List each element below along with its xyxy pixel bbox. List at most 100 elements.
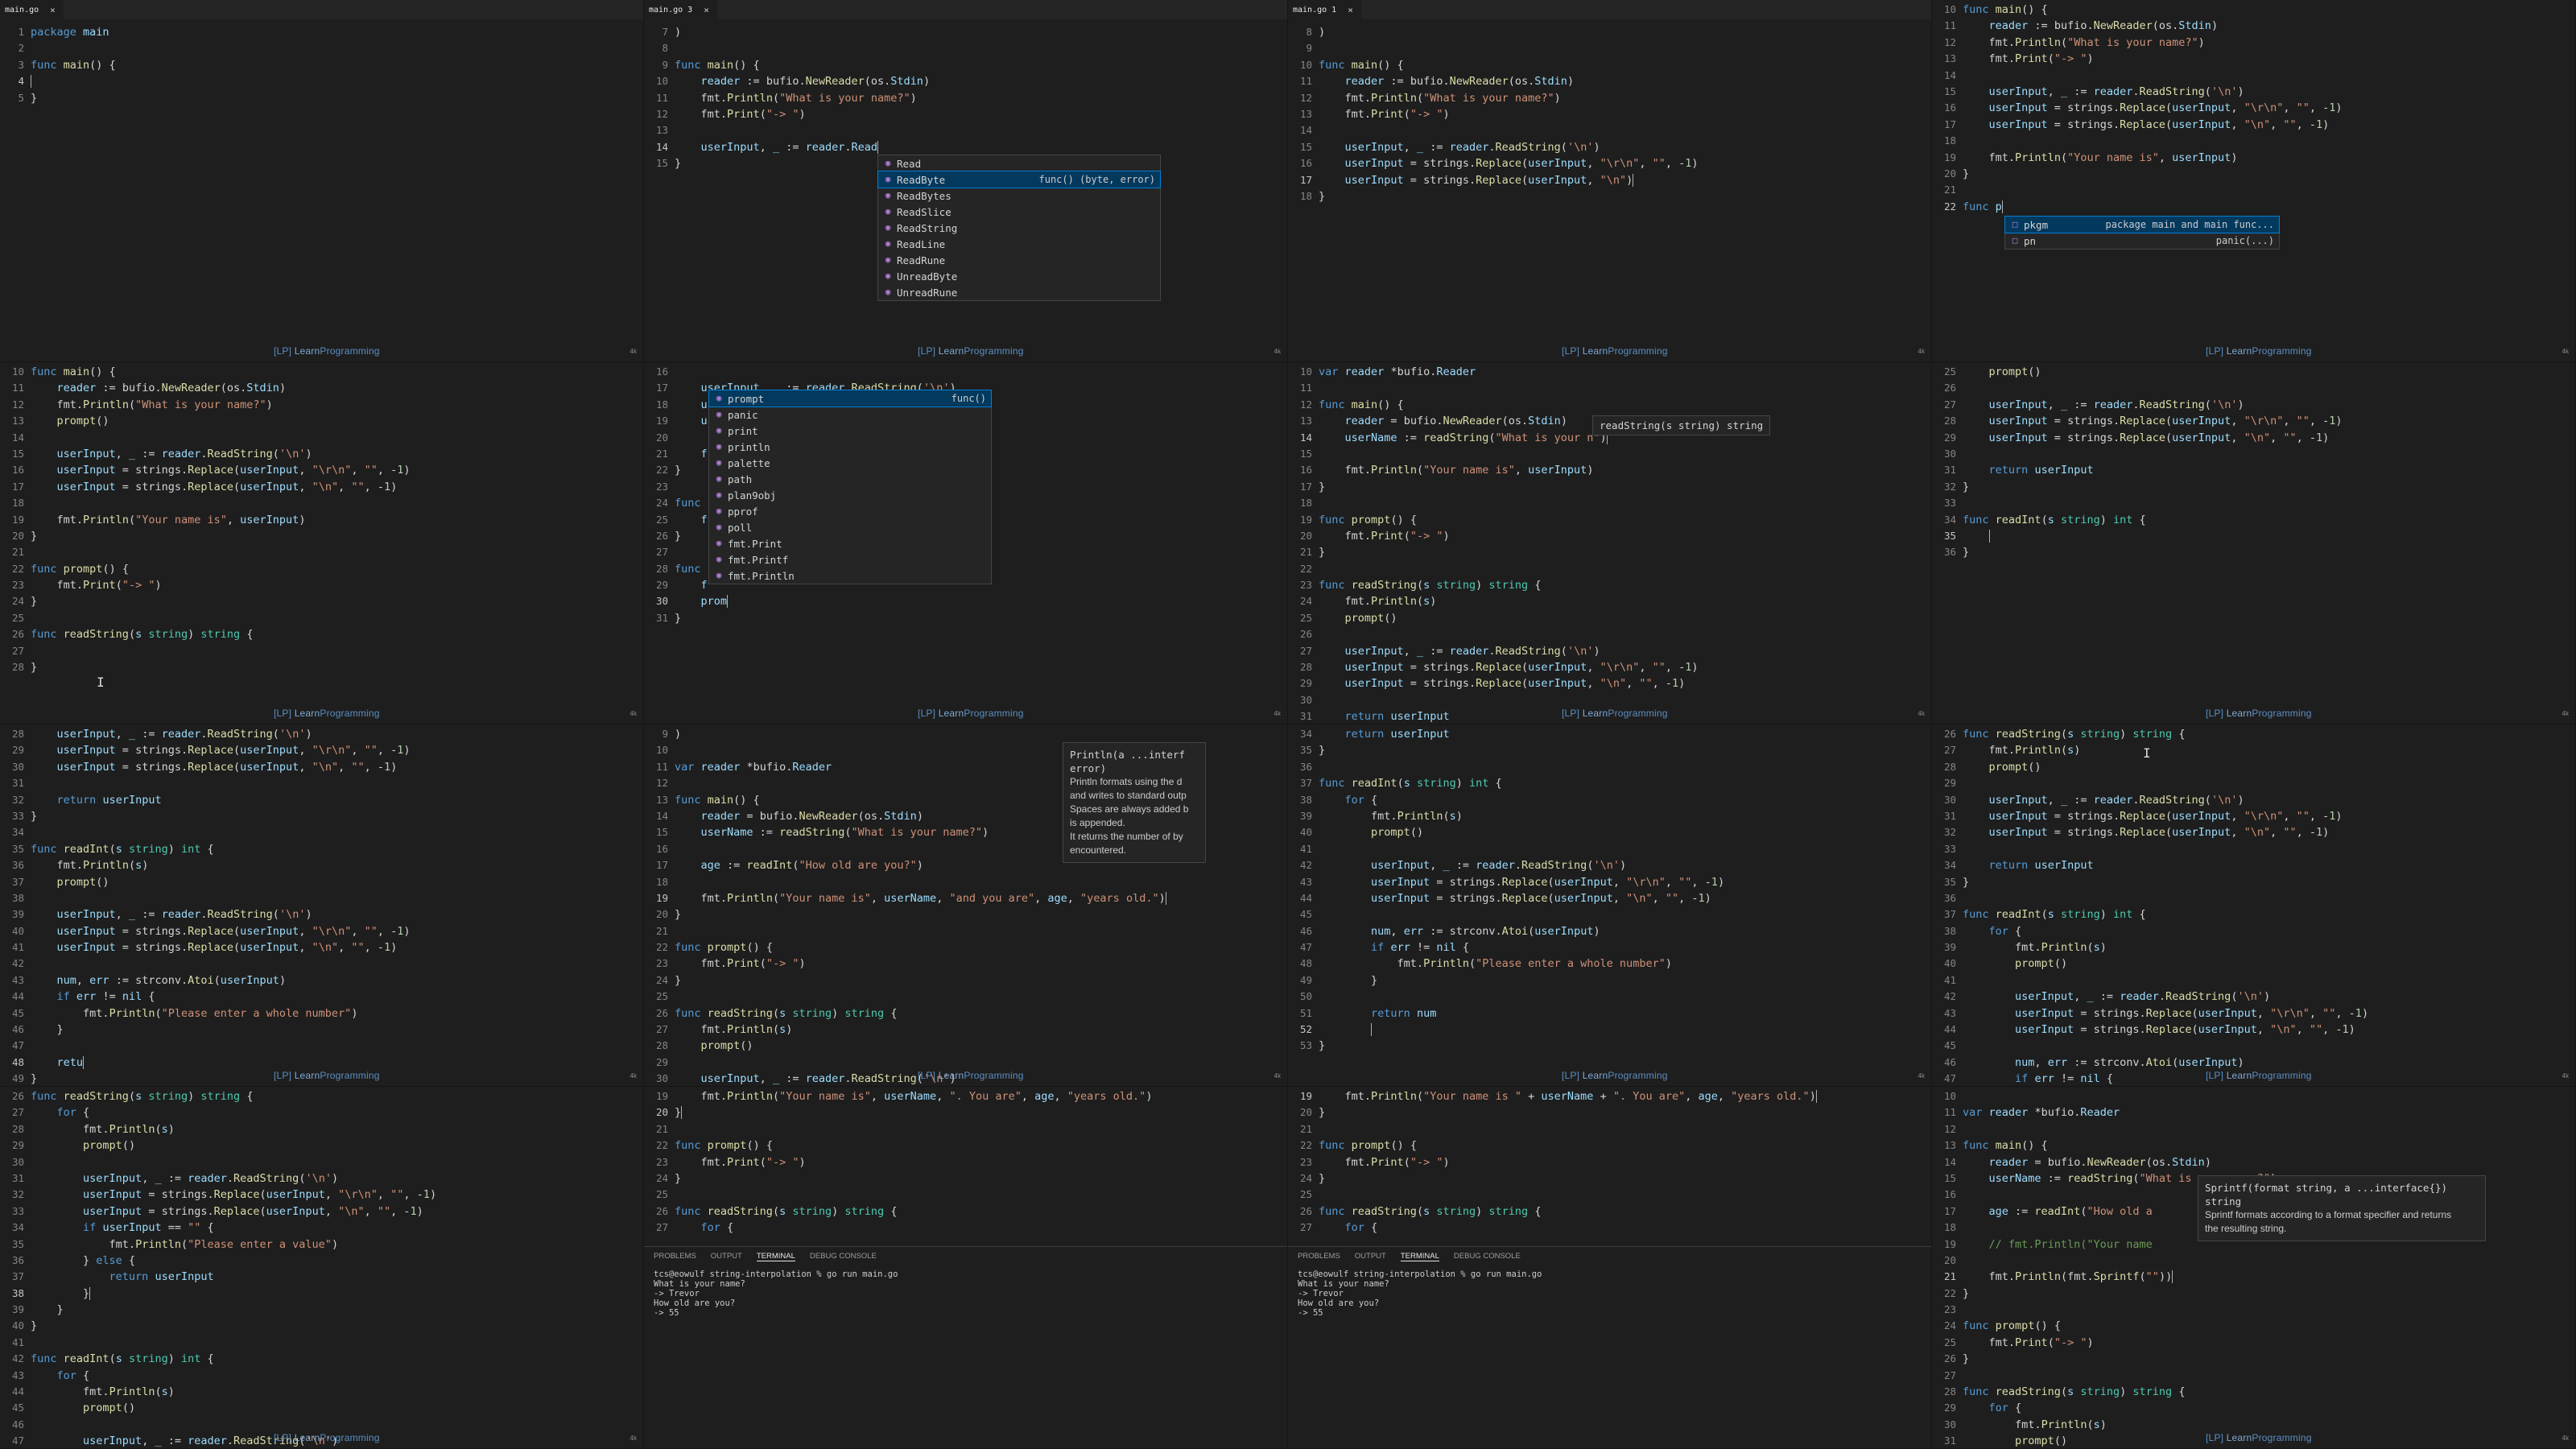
line-number: 47 [1943, 1072, 1956, 1085]
suggestion-item[interactable]: ◉ fmt.Print [709, 535, 991, 551]
line-number: 33 [1943, 497, 1956, 510]
code-editor[interactable]: 1 package main 2 3 func main() {4 5} [0, 24, 643, 106]
suggestion-item[interactable]: □ pkgm package main and main func... [2004, 216, 2280, 233]
suggestion-item[interactable]: ◉ Read [878, 155, 1160, 171]
code-line: 18 [1288, 495, 1931, 511]
code-line: 39 } [0, 1302, 643, 1318]
code-editor[interactable]: 28 userInput, _ := reader.ReadString('\n… [0, 726, 643, 1086]
tab-main-go[interactable]: main.go 3 × [644, 0, 718, 19]
suggestion-item[interactable]: □ pn panic(...) [2005, 233, 2279, 249]
suggestion-item[interactable]: ◉ ReadByte func() (byte, error) [877, 171, 1161, 188]
terminal-panel[interactable]: PROBLEMS OUTPUT TERMINAL DEBUG CONSOLE tcs@e… [1288, 1246, 1931, 1448]
panel-tab[interactable]: PROBLEMS [654, 1252, 696, 1261]
code-text: func prompt() { [675, 941, 773, 955]
close-icon[interactable]: × [1348, 5, 1353, 15]
suggestion-item[interactable]: ◉ ReadBytes [878, 188, 1160, 204]
panel-tab[interactable]: DEBUG CONSOLE [1454, 1252, 1521, 1261]
line-number: 27 [655, 1221, 668, 1234]
code-editor[interactable]: 7) 8 9 func main() {10 reader := bufio.NewR… [644, 24, 1287, 172]
code-text: func main() { [1963, 1139, 2048, 1153]
panel-tab[interactable]: TERMINAL [1400, 1252, 1439, 1261]
tab-main-go[interactable]: main.go 1 × [1288, 0, 1362, 19]
suggestion-item[interactable]: ◉ ReadSlice [878, 204, 1160, 220]
close-icon[interactable]: × [704, 5, 709, 15]
code-editor[interactable]: 25 prompt() 26 27 userInput, _ := reader.R… [1932, 364, 2575, 561]
code-editor[interactable]: 34 return userInput 35} 36 37 func readInt(s… [1288, 726, 1931, 1055]
code-editor[interactable]: 8) 9 10 func main() {11 reader := bufio.New… [1288, 24, 1931, 204]
code-line: 13 prompt() [0, 413, 643, 429]
code-editor[interactable]: 26 func readString(s string) string {27 f… [0, 1088, 643, 1448]
panel-tab[interactable]: OUTPUT [711, 1252, 742, 1261]
code-text: } [1963, 480, 1970, 493]
suggestion-item[interactable]: ◉ ReadLine [878, 236, 1160, 252]
quality-badge: 4k [1918, 348, 1925, 355]
suggestion-item[interactable]: ◉ poll [709, 519, 991, 535]
code-text: func p [1963, 200, 2003, 213]
code-line: 40 prompt() [1932, 956, 2575, 972]
panel-tab[interactable]: DEBUG CONSOLE [810, 1252, 877, 1261]
line-number: 27 [655, 546, 668, 559]
doc-line: encountered. [1070, 844, 1127, 856]
line-number: 10 [1943, 3, 1956, 15]
suggestion-item[interactable]: ◉ fmt.Println [709, 568, 991, 584]
suggestion-item[interactable]: ◉ ReadString [878, 220, 1160, 236]
close-icon[interactable]: × [50, 5, 56, 15]
suggestion-detail: panic(...) [2215, 235, 2274, 246]
suggestion-label: ReadSlice [897, 205, 952, 218]
suggestion-item[interactable]: ◉ ReadRune [878, 252, 1160, 268]
suggestion-item[interactable]: ◉ plan9obj [709, 487, 991, 503]
learn-programming-watermark: [LP] LearnProgramming [918, 708, 1024, 719]
suggestion-item[interactable]: ◉ fmt.Printf [709, 551, 991, 568]
tab-main-go[interactable]: main.go × [0, 0, 64, 19]
code-editor[interactable]: 10 11 var reader *bufio.Reader 12 13 func mai… [1932, 1088, 2575, 1448]
suggestion-item[interactable]: ◉ palette [709, 455, 991, 471]
line-number: 17 [1299, 173, 1312, 186]
line-number: 40 [1943, 957, 1956, 970]
suggestion-item[interactable]: ◉ panic [709, 407, 991, 423]
code-editor[interactable]: 19 fmt.Println("Your name is", userName,… [644, 1088, 1287, 1236]
line-number: 29 [1299, 677, 1312, 690]
panel-tab[interactable]: OUTPUT [1355, 1252, 1386, 1261]
autocomplete-widget[interactable]: □ pkgm package main and main func... □ pn pan… [2004, 216, 2280, 250]
code-line: 46 } [0, 1022, 643, 1038]
autocomplete-widget[interactable]: ◉ Read ◉ ReadByte func() (byte, error) ◉ ReadB… [877, 155, 1161, 301]
code-editor[interactable]: 10 func main() {11 reader := bufio.NewRea… [1932, 2, 2575, 215]
panel-tab[interactable]: PROBLEMS [1298, 1252, 1340, 1261]
code-editor[interactable]: 26 func readString(s string) string {27 f… [1932, 726, 2575, 1086]
code-text: fmt.Println("Your name is", userInput) [56, 513, 306, 526]
code-editor[interactable]: 10 func main() {11 reader := bufio.NewRea… [0, 364, 643, 675]
code-line: 28} [0, 659, 643, 675]
code-line: 21 [644, 1121, 1287, 1137]
suggestion-item[interactable]: ◉ pprof [709, 503, 991, 519]
suggestion-item[interactable]: ◉ println [709, 439, 991, 455]
suggestion-item[interactable]: ◉ print [709, 423, 991, 439]
code-text: userInput, _ := reader.ReadString('\n') [1988, 398, 2244, 411]
code-line: 28 userInput = strings.Replace(userInput… [1932, 413, 2575, 429]
code-line: 46 [0, 1417, 643, 1433]
autocomplete-widget[interactable]: ◉ prompt func() ◉ panic ◉ print ◉ println ◉ palett… [708, 390, 992, 584]
code-text: } [31, 809, 38, 823]
method-icon: ◉ [885, 174, 891, 184]
code-text: ) [675, 728, 682, 741]
code-line: 32 userInput = strings.Replace(userInput… [1932, 824, 2575, 840]
code-text: func readInt(s string) int { [31, 1352, 214, 1366]
suggestion-item[interactable]: ◉ UnreadByte [878, 268, 1160, 284]
suggestion-item[interactable]: ◉ prompt func() [708, 390, 992, 407]
code-line: 48 retu [0, 1055, 643, 1071]
suggestion-item[interactable]: ◉ UnreadRune [878, 284, 1160, 300]
code-editor[interactable]: 19 fmt.Println("Your name is " + userNam… [1288, 1088, 1931, 1236]
line-number: 26 [655, 1006, 668, 1019]
line-number: 15 [655, 157, 668, 170]
code-text: for { [56, 1368, 90, 1382]
terminal-panel[interactable]: PROBLEMS OUTPUT TERMINAL DEBUG CONSOLE tcs@e… [644, 1246, 1287, 1448]
code-line: 41 [1288, 841, 1931, 857]
suggestion-item[interactable]: ◉ path [709, 471, 991, 487]
code-line: 43 for { [0, 1368, 643, 1384]
line-number: 26 [1943, 1352, 1956, 1365]
panel-tab[interactable]: TERMINAL [756, 1252, 795, 1261]
code-text: func readString(s string) string { [1963, 1385, 2186, 1399]
code-line: 4 [0, 73, 643, 89]
